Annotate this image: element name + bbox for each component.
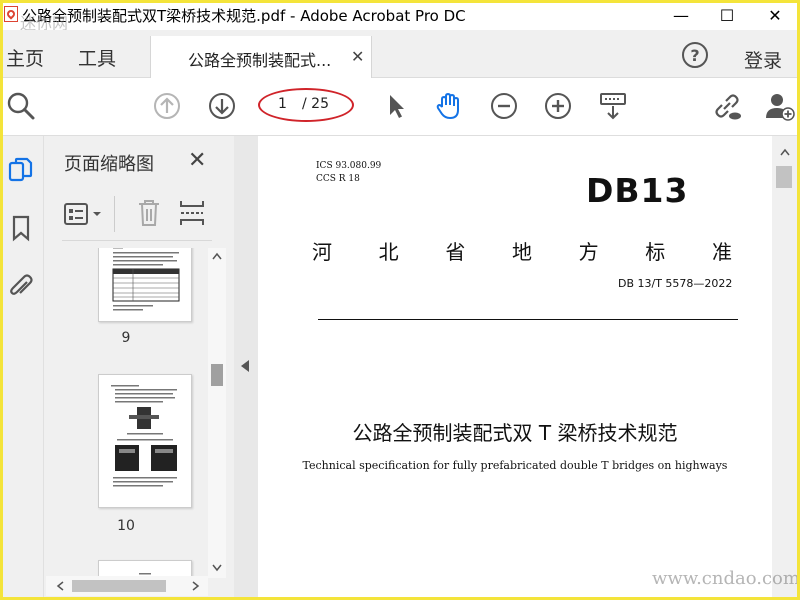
thumbnail-panel: 页面缩略图 ✕ 9 10	[44, 136, 234, 600]
keyboard-read-mode-icon[interactable]	[598, 91, 628, 121]
thumbnail-vertical-scrollbar[interactable]	[208, 248, 226, 578]
page-thumbnails-icon[interactable]	[7, 156, 35, 184]
thumbnail-toolbar	[62, 190, 212, 241]
pane-splitter[interactable]	[234, 136, 258, 600]
menu-bar: 主页 工具 公路全预制装配式... ✕	[0, 30, 800, 79]
hand-tool-icon[interactable]	[433, 91, 463, 121]
header-rule	[318, 319, 738, 320]
document-vertical-scrollbar[interactable]	[772, 136, 798, 600]
thumbnail-panel-title: 页面缩略图	[64, 154, 154, 175]
thumbnail-list: 9 10	[44, 248, 208, 578]
standard-type-char: 省	[445, 240, 466, 264]
scroll-thumb[interactable]	[211, 364, 223, 386]
insert-page-icon[interactable]	[178, 198, 206, 228]
maximize-button[interactable]: ☐	[704, 0, 750, 30]
standard-type-char: 方	[578, 240, 599, 264]
standard-type-char: 标	[645, 240, 666, 264]
ics-code: ICS 93.080.99	[316, 161, 382, 171]
scroll-up-arrow-icon[interactable]	[780, 148, 790, 156]
share-link-icon[interactable]	[712, 91, 742, 121]
page-thumbnail[interactable]	[98, 374, 192, 508]
close-window-button[interactable]: ✕	[752, 0, 798, 30]
page-thumbnail-preview	[111, 385, 177, 487]
acrobat-app-icon	[4, 6, 18, 22]
collapse-pane-arrow-icon[interactable]	[241, 360, 249, 372]
attachments-icon[interactable]	[7, 272, 35, 300]
scroll-left-arrow-icon[interactable]	[56, 581, 64, 591]
page-highlight-ellipse	[258, 88, 354, 122]
ccs-code: CCS R 18	[316, 174, 360, 184]
bookmarks-icon[interactable]	[7, 214, 35, 242]
page-thumbnail-preview	[112, 248, 180, 311]
search-zoom-icon[interactable]	[6, 91, 36, 121]
document-tab[interactable]: 公路全预制装配式... ✕	[150, 36, 372, 79]
login-button[interactable]: 登录	[744, 46, 782, 73]
standard-type-char: 地	[511, 240, 532, 264]
standard-type-label: 河 北 省 地 方 标 准	[312, 236, 732, 265]
scroll-right-arrow-icon[interactable]	[192, 581, 200, 591]
help-icon[interactable]: ?	[682, 42, 708, 68]
title-bar: 公路全预制装配式双T梁桥技术规范.pdf - Adobe Acrobat Pro…	[0, 0, 800, 33]
thumbnail-panel-close-button[interactable]: ✕	[188, 148, 206, 173]
navigation-pane-strip	[0, 136, 44, 600]
db13-logo: DB13	[586, 171, 689, 210]
scroll-thumb[interactable]	[72, 580, 166, 592]
document-subtitle: Technical specification for fully prefab…	[302, 459, 728, 472]
scroll-down-arrow-icon[interactable]	[212, 564, 222, 572]
menu-tools[interactable]: 工具	[78, 44, 116, 71]
document-title: 公路全预制装配式双 T 梁桥技术规范	[352, 421, 678, 445]
thumbnail-toolbar-divider	[114, 196, 115, 232]
watermark-bottom: www.cndao.com	[652, 568, 800, 589]
menu-home[interactable]: 主页	[6, 44, 44, 71]
thumbnail-horizontal-scrollbar[interactable]	[46, 576, 208, 596]
previous-page-icon[interactable]	[152, 91, 182, 121]
toolbar	[0, 78, 800, 136]
select-cursor-icon[interactable]	[382, 91, 412, 121]
thumbnail-options-icon[interactable]	[64, 202, 104, 226]
page-thumbnail-number: 10	[117, 518, 135, 534]
delete-page-icon[interactable]	[136, 198, 162, 228]
zoom-in-icon[interactable]	[543, 91, 573, 121]
next-page-icon[interactable]	[207, 91, 237, 121]
document-tab-close-button[interactable]: ✕	[351, 47, 364, 66]
page-thumbnail-number: 9	[121, 330, 131, 346]
standard-type-char: 河	[312, 240, 332, 264]
document-tab-label: 公路全预制装配式...	[188, 51, 332, 70]
page-thumbnail[interactable]	[98, 248, 192, 322]
standard-type-char: 北	[378, 240, 399, 264]
document-page: ICS 93.080.99 CCS R 18 DB13 河 北 省 地 方 标 …	[258, 136, 772, 600]
standard-number: DB 13/T 5578—2022	[618, 277, 733, 290]
standard-type-char: 准	[711, 240, 732, 264]
zoom-out-icon[interactable]	[489, 91, 519, 121]
minimize-button[interactable]: —	[658, 0, 704, 30]
add-user-icon[interactable]	[765, 91, 795, 121]
window-title: 公路全预制装配式双T梁桥技术规范.pdf - Adobe Acrobat Pro…	[22, 7, 466, 25]
scroll-up-arrow-icon[interactable]	[212, 252, 222, 260]
scroll-thumb[interactable]	[776, 166, 792, 188]
